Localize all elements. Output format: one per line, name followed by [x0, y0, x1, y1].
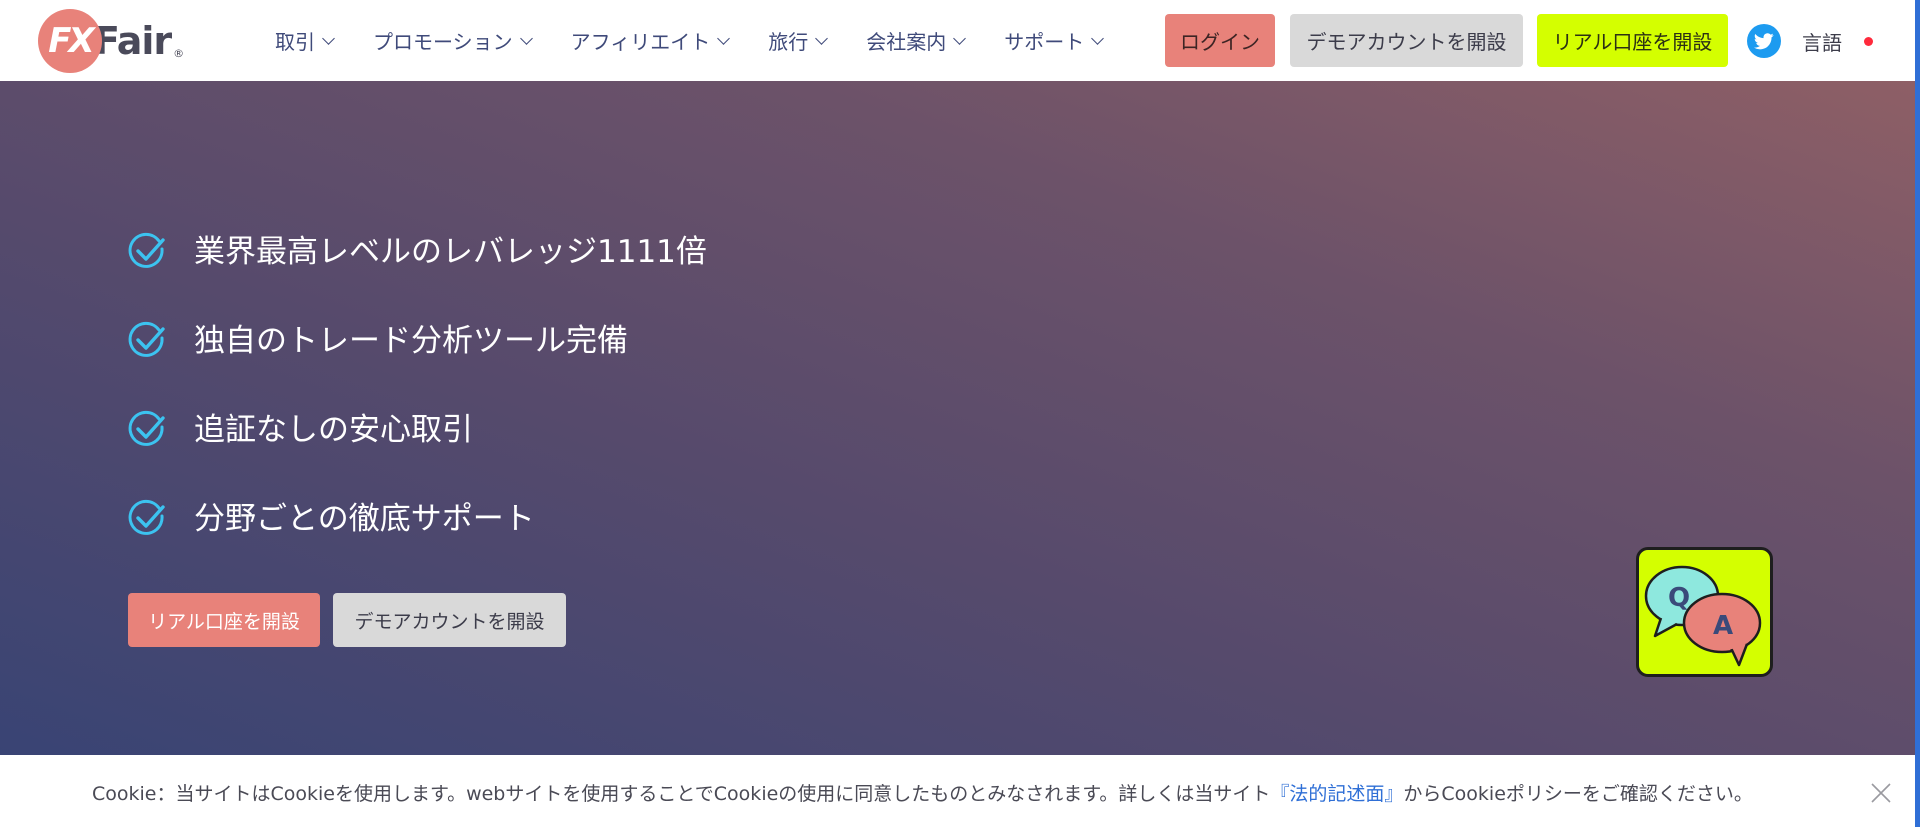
feature-text: 独自のトレード分析ツール完備 [194, 323, 628, 359]
chevron-down-icon [717, 31, 731, 45]
nav-item-label: アフィリエイト [570, 30, 711, 54]
chevron-down-icon [519, 31, 533, 45]
cookie-message: Cookie：当サイトはCookieを使用します。webサイトを使用することでC… [92, 779, 1753, 806]
twitter-icon[interactable] [1747, 24, 1781, 58]
nav-item-label: サポート [1004, 30, 1085, 54]
nav-item-company[interactable]: 会社案内 [866, 26, 967, 55]
open-demo-account-button[interactable]: デモアカウントを開設 [1290, 14, 1523, 67]
nav-item-label: 会社案内 [866, 30, 947, 54]
check-circle-icon [128, 499, 165, 535]
hero-open-real-account-button[interactable]: リアル口座を開設 [128, 593, 320, 647]
feature-text: 追証なしの安心取引 [194, 412, 473, 448]
logo-word: Fair [94, 19, 172, 63]
hero-open-demo-account-button[interactable]: デモアカウントを開設 [333, 593, 566, 647]
nav-item-affiliate[interactable]: アフィリエイト [570, 26, 731, 55]
qa-q-letter: Q [1668, 583, 1690, 613]
cookie-consent-bar: Cookie：当サイトはCookieを使用します。webサイトを使用することでC… [0, 755, 1915, 827]
chevron-down-icon [815, 31, 829, 45]
legal-notice-link[interactable]: 『法的記述面』 [1270, 783, 1403, 805]
nav-item-label: 旅行 [768, 30, 809, 54]
japan-flag-icon[interactable] [1864, 37, 1873, 46]
scrollbar-edge [1915, 0, 1920, 827]
hero-section: 業界最高レベルのレバレッジ1111倍 独自のトレード分析ツール完備 追証なしの安… [0, 81, 1915, 755]
cookie-message-before: Cookie：当サイトはCookieを使用します。webサイトを使用することでC… [92, 783, 1271, 805]
nav-item-trading[interactable]: 取引 [275, 26, 335, 55]
feature-text: 分野ごとの徹底サポート [194, 501, 535, 537]
qa-speech-bubbles-icon: Q A [1644, 565, 1762, 667]
page: FX Fair ® 取引 プロモーション アフィリエイト 旅行 会社案内 サポー… [0, 0, 1920, 827]
language-selector[interactable]: 言語 [1802, 27, 1842, 56]
site-header: FX Fair ® 取引 プロモーション アフィリエイト 旅行 会社案内 サポー… [0, 0, 1915, 81]
logo-registered-mark: ® [173, 47, 185, 60]
qa-a-letter: A [1713, 611, 1733, 641]
close-x-glyph [1871, 783, 1891, 803]
login-button[interactable]: ログイン [1165, 14, 1275, 67]
logo-mark: FX [38, 9, 102, 73]
nav-item-travel[interactable]: 旅行 [768, 26, 829, 55]
check-circle-icon [128, 321, 165, 357]
fxfair-logo[interactable]: FX Fair ® [38, 8, 198, 74]
feature-item: 追証なしの安心取引 [126, 409, 707, 498]
feature-item: 独自のトレード分析ツール完備 [126, 320, 707, 409]
cookie-message-after: からCookieポリシーをご確認ください。 [1403, 783, 1753, 805]
check-circle-icon [128, 232, 165, 268]
main-nav: 取引 プロモーション アフィリエイト 旅行 会社案内 サポート [275, 0, 1142, 81]
qa-chat-widget[interactable]: Q A [1636, 547, 1773, 677]
feature-list: 業界最高レベルのレバレッジ1111倍 独自のトレード分析ツール完備 追証なしの安… [126, 231, 707, 587]
nav-item-support[interactable]: サポート [1004, 26, 1105, 55]
chevron-down-icon [322, 31, 335, 45]
logo-mark-text: FX [48, 21, 94, 61]
close-icon[interactable] [1869, 781, 1893, 805]
chevron-down-icon [1091, 31, 1105, 45]
check-circle-icon [128, 410, 165, 446]
open-real-account-button[interactable]: リアル口座を開設 [1537, 14, 1728, 67]
feature-item: 分野ごとの徹底サポート [126, 498, 707, 587]
feature-text: 業界最高レベルのレバレッジ1111倍 [194, 234, 707, 270]
chevron-down-icon [953, 31, 967, 45]
twitter-bird-glyph [1754, 32, 1774, 49]
nav-item-promotions[interactable]: プロモーション [373, 26, 533, 55]
nav-item-label: 取引 [275, 30, 315, 54]
feature-item: 業界最高レベルのレバレッジ1111倍 [126, 231, 707, 320]
nav-item-label: プロモーション [373, 30, 513, 54]
